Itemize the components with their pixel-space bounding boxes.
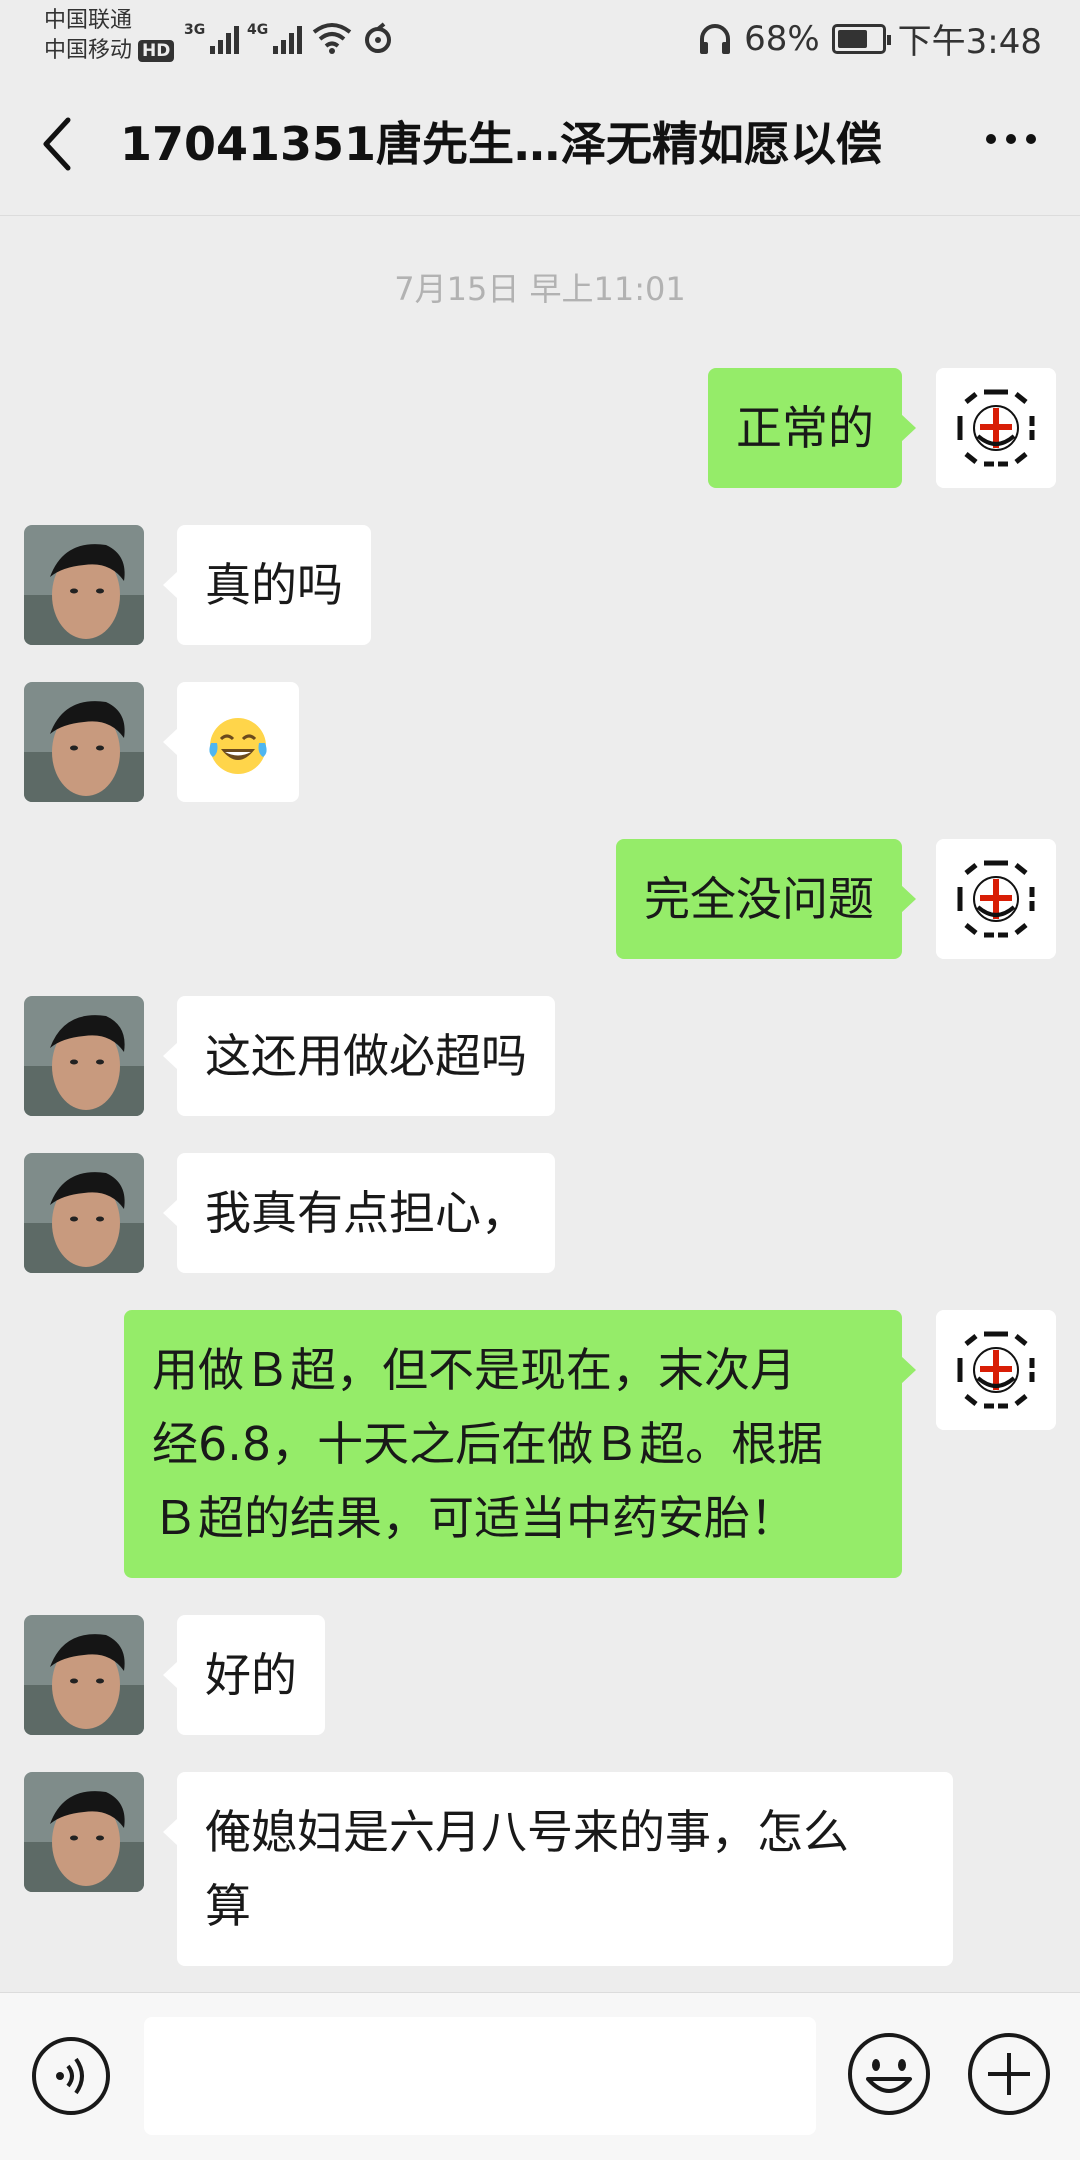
- message-line: 俺媳妇是六月八号来的事，怎么: [205, 1805, 849, 1859]
- chat-title: 17041351唐先生…泽无精如愿以偿: [120, 117, 883, 171]
- status-bar: 中国联通 中国移动 HD 3G 4G 68% 下午3:48: [0, 0, 1080, 72]
- message-line: 经6.8，十天之后在做Ｂ超。根据: [152, 1417, 824, 1471]
- status-right: 68% 下午3:48: [698, 14, 1042, 63]
- voice-icon[interactable]: [30, 2035, 112, 2117]
- received-bubble[interactable]: 真的吗: [163, 525, 371, 645]
- battery-icon: [831, 23, 891, 54]
- clinic-logo-icon: [936, 368, 1056, 488]
- contact-photo: [24, 1153, 144, 1273]
- contact-avatar[interactable]: [24, 682, 144, 802]
- chat-area[interactable]: 7月15日 早上11:01 正常的 真的吗 完全没问题 这还用做必超吗 我真有点…: [0, 216, 1080, 1992]
- received-bubble[interactable]: [163, 682, 299, 802]
- message-timestamp: 7月15日 早上11:01: [394, 270, 686, 308]
- message-text: 真的吗: [205, 558, 343, 612]
- message-text: 我真有点担心，: [205, 1186, 527, 1240]
- sent-bubble[interactable]: 正常的: [708, 368, 916, 488]
- hd-badge: HD: [138, 40, 175, 62]
- received-bubble[interactable]: 俺媳妇是六月八号来的事，怎么 算: [163, 1772, 953, 1966]
- contact-avatar[interactable]: [24, 1772, 144, 1892]
- own-avatar[interactable]: [936, 839, 1056, 959]
- contact-photo: [24, 996, 144, 1116]
- input-bar: [0, 1992, 1080, 2160]
- message-line: 用做Ｂ超，但不是现在，末次月: [152, 1343, 796, 1397]
- message-line: Ｂ超的结果，可适当中药安胎！: [152, 1491, 796, 1545]
- message-line: 算: [205, 1879, 251, 1933]
- clock: 下午3:48: [897, 22, 1042, 62]
- headphones-icon: [700, 23, 731, 54]
- clinic-logo-icon: [936, 1310, 1056, 1430]
- sync-icon: [365, 22, 391, 53]
- plus-icon[interactable]: [966, 2031, 1052, 2117]
- own-avatar[interactable]: [936, 368, 1056, 488]
- received-bubble[interactable]: 我真有点担心，: [163, 1153, 555, 1273]
- clinic-logo-icon: [936, 839, 1056, 959]
- message-text: 完全没问题: [644, 872, 874, 926]
- own-avatar[interactable]: [936, 1310, 1056, 1430]
- contact-avatar[interactable]: [24, 1615, 144, 1735]
- battery-percent: 68%: [744, 18, 820, 59]
- chat-header: 17041351唐先生…泽无精如愿以偿: [0, 72, 1080, 216]
- message-text: 正常的: [736, 401, 874, 455]
- carrier-2-label: 中国移动: [44, 38, 133, 63]
- more-dots-icon[interactable]: [986, 134, 1036, 144]
- contact-photo: [24, 1615, 144, 1735]
- signal-icon: 4G: [247, 22, 302, 54]
- message-text: 好的: [205, 1648, 297, 1702]
- signal-2-tag: 4G: [247, 22, 269, 38]
- received-bubble[interactable]: 好的: [163, 1615, 325, 1735]
- contact-photo: [24, 682, 144, 802]
- received-bubble[interactable]: 这还用做必超吗: [163, 996, 555, 1116]
- signal-icon: 3G: [184, 22, 239, 54]
- emoji-icon[interactable]: [846, 2031, 932, 2117]
- carrier-1-label: 中国联通: [44, 8, 133, 33]
- wifi-icon: [312, 23, 352, 54]
- contact-avatar[interactable]: [24, 996, 144, 1116]
- carrier-info: 中国联通 中国移动 HD: [44, 6, 175, 66]
- message-text: 这还用做必超吗: [205, 1029, 527, 1083]
- contact-avatar[interactable]: [24, 1153, 144, 1273]
- contact-photo: [24, 525, 144, 645]
- sent-bubble[interactable]: 用做Ｂ超，但不是现在，末次月 经6.8，十天之后在做Ｂ超。根据 Ｂ超的结果，可适…: [124, 1310, 916, 1578]
- chevron-left-icon[interactable]: [34, 112, 84, 176]
- sent-bubble[interactable]: 完全没问题: [616, 839, 916, 959]
- contact-photo: [24, 1772, 144, 1892]
- contact-avatar[interactable]: [24, 525, 144, 645]
- signal-indicators: 3G 4G: [184, 14, 394, 54]
- tears-of-joy-icon: [209, 717, 267, 774]
- signal-1-tag: 3G: [184, 22, 206, 38]
- message-input[interactable]: [144, 2017, 816, 2135]
- battery-fill: [837, 29, 867, 48]
